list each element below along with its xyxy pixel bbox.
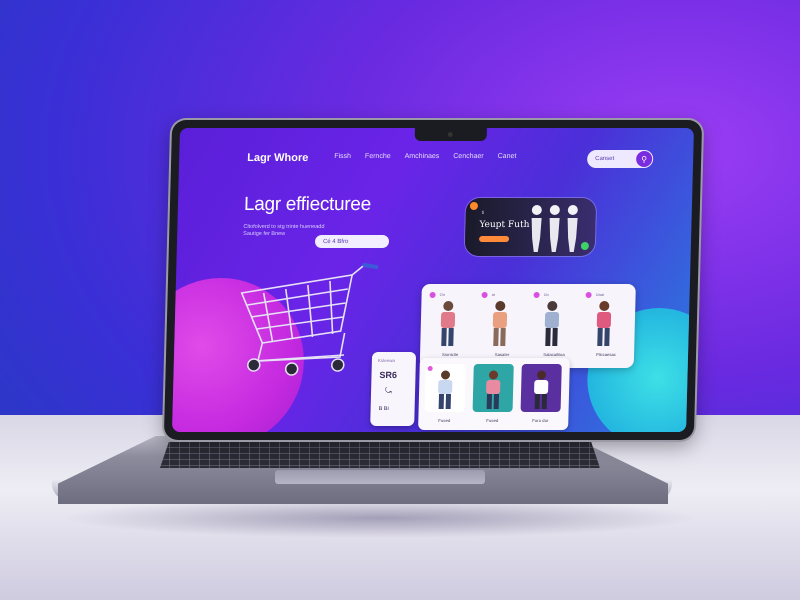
product-label: Sasater [494,352,510,357]
product-image [440,301,456,346]
promo-chip [478,236,510,242]
product-image [544,301,560,346]
mannequin-icon [549,205,560,252]
online-indicator-dot [580,242,589,250]
price-card-title: Ksleewa [377,358,395,363]
product-grid-card: On Sronicite ar Sasater Uo Salacaitiioa … [419,284,636,368]
hero-cta-button[interactable]: Cé 4 Bfro [314,235,390,248]
shopping-cart-icon [240,263,379,376]
nav-link[interactable]: Cenchaer [453,153,484,160]
product-label: Salacaitiioa [543,352,565,357]
product-label: Furo dur [532,418,549,423]
price-value: SR6 [379,370,398,380]
nav-link[interactable]: Fernche [365,153,391,160]
promo-badge [469,202,479,210]
product-image [486,370,501,409]
product-label: Fused [486,418,499,423]
product-label: Fused [438,418,451,423]
laptop-screen: Lagr Whore Fissh Fernche Amchinaes Cench… [172,128,694,432]
product-card[interactable]: ar Sasater [476,290,526,364]
product-card[interactable]: Furo dur [518,364,564,428]
product-tag: Uo [543,292,549,297]
site-logo[interactable]: Lagr Whore [247,152,308,164]
product-card[interactable]: Uo Salacaitiioa [528,290,578,364]
product-image [438,370,453,409]
price-card[interactable]: Ksleewa SR6 ⤿ B Bi [370,352,417,426]
promo-title: Yeupt Futh [479,220,530,230]
laptop-shadow [60,498,700,538]
product-tag: ar [491,292,496,297]
hero-title: Lagr effiecturee [243,194,372,215]
badge-icon [533,292,540,298]
search-label: Canset [595,156,615,162]
price-card-footer: B Bi [378,406,389,412]
product-card[interactable]: Fused [470,364,516,428]
laptop-keyboard [160,442,600,468]
product-card[interactable]: Uaar Fliccaesac [580,290,630,364]
mannequin-icon [567,205,578,252]
camera-icon [447,132,453,137]
product-label: Fliccaesac [596,352,617,357]
product-card[interactable]: Fused [422,364,468,428]
product-label: Sronicite [441,352,459,357]
product-image [596,301,612,346]
nav-link[interactable]: Canet [498,153,517,160]
product-image [492,301,508,346]
camera-notch [414,128,487,141]
badge-icon [481,292,488,298]
nav-link[interactable]: Amchinaes [405,153,440,160]
product-tag: Uaar [595,292,605,297]
badge-icon [585,292,592,298]
tag-icon: ⤿ [384,386,392,395]
search-icon[interactable]: ⚲ [635,151,653,167]
nav-link[interactable]: Fissh [334,153,351,160]
promo-small-text: ti [481,210,485,216]
search-input[interactable]: Canset ⚲ [586,150,654,168]
product-tag: On [439,292,446,297]
promo-banner[interactable]: ti Yeupt Futh [464,198,597,256]
mannequin-icon [531,205,542,252]
laptop-lid: Lagr Whore Fissh Fernche Amchinaes Cench… [163,120,703,440]
product-card[interactable]: On Sronicite [424,290,474,364]
nav-links: Fissh Fernche Amchinaes Cenchaer Canet [334,153,516,160]
laptop-trackpad [275,470,485,484]
badge-icon [429,292,436,298]
product-image [534,370,549,409]
featured-products-row: Fused Fused Furo dur [418,358,570,430]
